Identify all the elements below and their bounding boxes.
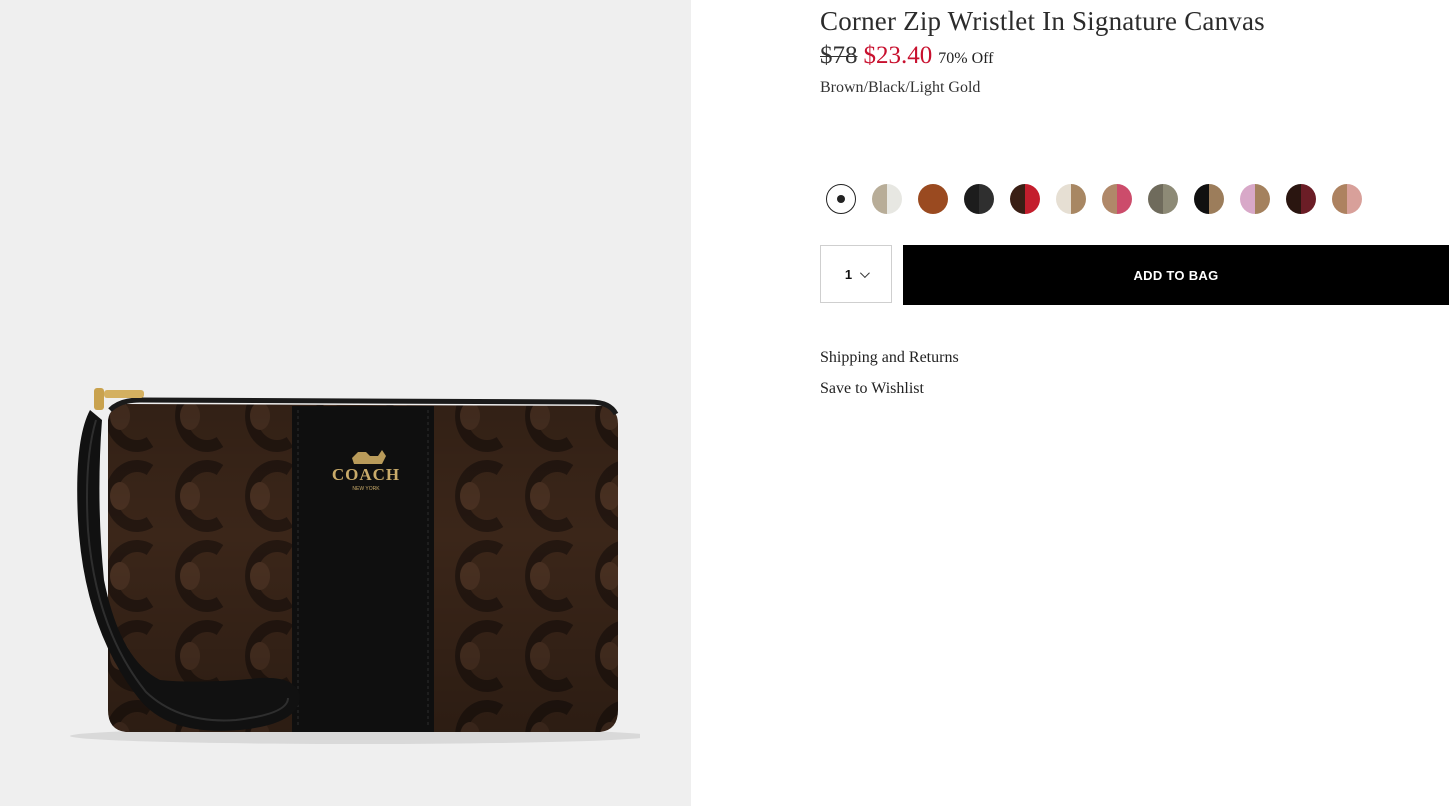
color-swatch[interactable] (964, 184, 994, 214)
shipping-returns-link[interactable]: Shipping and Returns (820, 349, 959, 367)
color-swatch[interactable] (1102, 184, 1132, 214)
color-swatch[interactable] (918, 184, 948, 214)
color-swatch[interactable] (1010, 184, 1040, 214)
quantity-value: 1 (844, 266, 853, 282)
original-price: $78 (820, 42, 858, 69)
color-swatch[interactable] (826, 184, 856, 214)
color-swatches (826, 184, 1362, 214)
color-swatch[interactable] (1286, 184, 1316, 214)
quantity-select[interactable]: 1 (820, 245, 892, 303)
color-swatch[interactable] (1194, 184, 1224, 214)
color-swatch[interactable] (1148, 184, 1178, 214)
price-row: $78 $23.40 70% Off (820, 42, 994, 70)
logo-subtext: NEW YORK (352, 486, 380, 492)
add-to-bag-button[interactable]: ADD TO BAG (903, 245, 1449, 305)
save-to-wishlist-link[interactable]: Save to Wishlist (820, 380, 924, 398)
selected-color-name: Brown/Black/Light Gold (820, 79, 981, 96)
color-swatch[interactable] (1332, 184, 1362, 214)
color-swatch[interactable] (1240, 184, 1270, 214)
product-info: Corner Zip Wristlet In Signature Canvas … (820, 0, 1456, 806)
product-image-panel: COACH NEW YORK (0, 0, 691, 806)
color-swatch[interactable] (872, 184, 902, 214)
color-swatch[interactable] (1056, 184, 1086, 214)
product-page: COACH NEW YORK Corner Zip Wristlet In Si… (0, 0, 1456, 806)
product-image-wristlet[interactable]: COACH NEW YORK (30, 380, 640, 750)
chevron-down-icon (860, 267, 870, 278)
discount-label: 70% Off (938, 50, 994, 67)
product-title: Corner Zip Wristlet In Signature Canvas (820, 6, 1265, 36)
sale-price: $23.40 (863, 42, 933, 69)
logo-text: COACH (332, 465, 400, 484)
